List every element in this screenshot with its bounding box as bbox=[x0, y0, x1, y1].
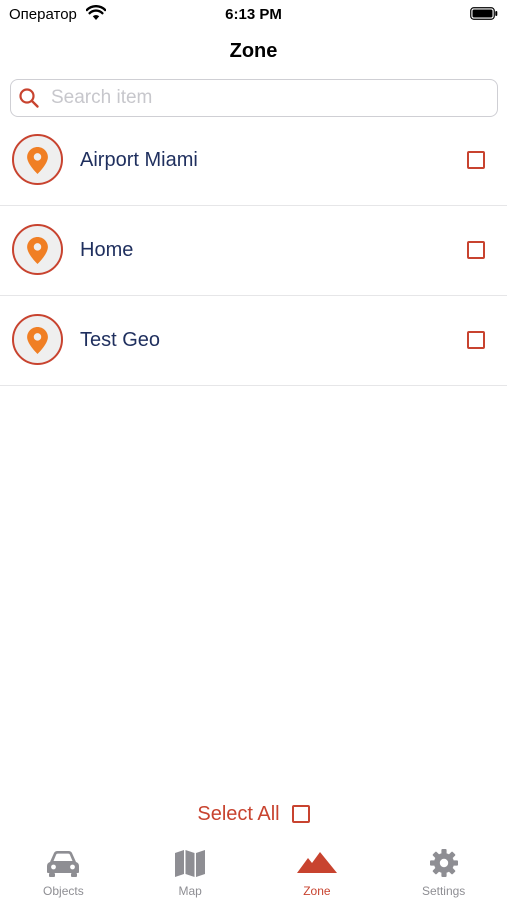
status-time: 6:13 PM bbox=[225, 6, 282, 23]
avatar bbox=[12, 224, 63, 275]
zone-name: Home bbox=[80, 239, 134, 261]
avatar bbox=[12, 134, 63, 185]
zone-list: Airport Miami Home Test Geo bbox=[0, 116, 507, 386]
page-title: Zone bbox=[229, 40, 278, 62]
battery-icon bbox=[470, 7, 498, 20]
car-icon bbox=[47, 851, 80, 877]
location-pin-icon bbox=[27, 237, 48, 264]
avatar bbox=[12, 314, 63, 365]
mountains-icon bbox=[296, 852, 337, 873]
gear-icon bbox=[429, 849, 458, 877]
zone-checkbox[interactable] bbox=[467, 151, 485, 169]
list-item[interactable]: Test Geo bbox=[0, 296, 507, 386]
search-bar[interactable] bbox=[10, 79, 498, 117]
zone-name: Airport Miami bbox=[80, 149, 198, 171]
list-item[interactable]: Airport Miami bbox=[0, 116, 507, 206]
tab-label: Objects bbox=[43, 884, 84, 898]
list-item[interactable]: Home bbox=[0, 206, 507, 296]
tab-bar: Objects Map Zone Settings bbox=[0, 840, 507, 900]
select-all-label: Select All bbox=[197, 802, 280, 825]
select-all-button[interactable]: Select All bbox=[0, 800, 507, 828]
tab-label: Map bbox=[178, 884, 202, 898]
search-input[interactable] bbox=[51, 84, 481, 112]
tab-label: Zone bbox=[303, 884, 331, 898]
status-bar: Оператор 6:13 PM bbox=[0, 0, 507, 30]
tab-zone[interactable]: Zone bbox=[254, 840, 381, 900]
tab-label: Settings bbox=[421, 884, 466, 898]
tab-map[interactable]: Map bbox=[127, 840, 254, 900]
map-icon bbox=[175, 850, 206, 877]
zone-checkbox[interactable] bbox=[467, 241, 485, 259]
zone-checkbox[interactable] bbox=[467, 331, 485, 349]
search-icon bbox=[19, 88, 39, 108]
select-all-checkbox[interactable] bbox=[291, 805, 310, 823]
location-pin-icon bbox=[27, 327, 48, 354]
location-pin-icon bbox=[27, 147, 48, 174]
zone-name: Test Geo bbox=[80, 329, 161, 351]
tab-objects[interactable]: Objects bbox=[0, 840, 127, 900]
tab-settings[interactable]: Settings bbox=[380, 840, 507, 900]
